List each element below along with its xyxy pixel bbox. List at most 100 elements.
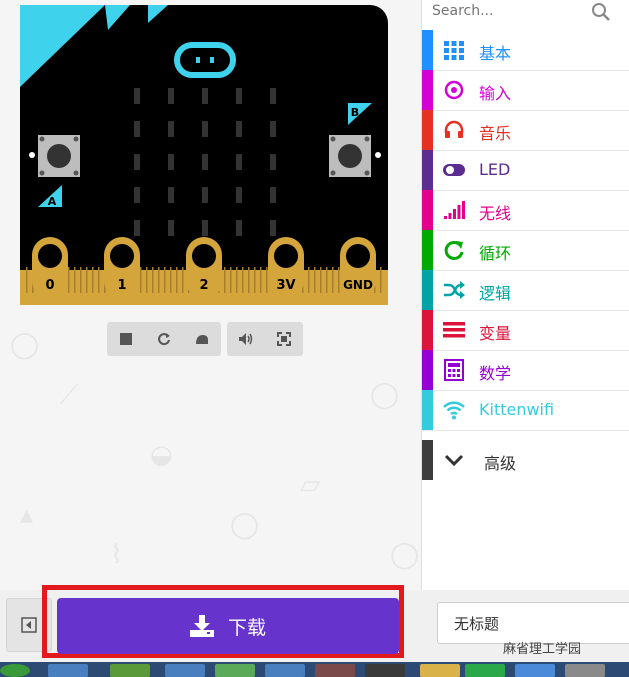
led — [236, 88, 242, 104]
list-icon — [443, 322, 465, 338]
fullscreen-icon[interactable] — [265, 322, 303, 356]
led — [236, 154, 242, 170]
slow-motion-icon[interactable] — [183, 322, 221, 356]
led — [168, 121, 174, 137]
led — [202, 121, 208, 137]
led — [168, 220, 174, 236]
category-label: 逻辑 — [479, 284, 512, 303]
background-doodle: ▴ — [20, 500, 34, 530]
category-led[interactable]: LED — [422, 150, 629, 191]
led — [168, 154, 174, 170]
led — [270, 187, 276, 203]
category-label: 基本 — [479, 44, 512, 63]
headphones-icon — [444, 120, 464, 138]
category-math[interactable]: 数学 — [422, 350, 629, 391]
led — [168, 88, 174, 104]
button-b[interactable] — [329, 135, 371, 177]
led — [134, 88, 140, 104]
pin-gnd[interactable]: GND — [340, 237, 376, 299]
led — [270, 220, 276, 236]
background-doodle: ◯ — [230, 510, 260, 540]
search-icon[interactable] — [590, 1, 612, 23]
taskbar-app-icon[interactable] — [48, 664, 88, 677]
taskbar-app-icon[interactable] — [165, 664, 205, 677]
blocks-toolbox: 基本 输入 音乐 LED 无线 循环 — [421, 0, 629, 590]
background-doodle: ◯ — [10, 330, 40, 360]
led — [134, 187, 140, 203]
stop-icon[interactable] — [107, 322, 145, 356]
led — [236, 187, 242, 203]
background-doodle: ◯ — [390, 540, 420, 570]
shuffle-icon — [444, 281, 465, 299]
mute-icon[interactable] — [227, 322, 265, 356]
pin-label: 1 — [117, 278, 126, 293]
category-input[interactable]: 输入 — [422, 70, 629, 111]
led — [270, 88, 276, 104]
category-loops[interactable]: 循环 — [422, 230, 629, 271]
pin-1[interactable]: 1 — [104, 237, 140, 299]
signal-bars-icon — [444, 201, 465, 219]
search-box — [422, 0, 629, 26]
taskbar-app-icon[interactable] — [565, 664, 605, 677]
led — [134, 121, 140, 137]
category-variables[interactable]: 变量 — [422, 310, 629, 351]
background-doodle: ⟋ — [60, 380, 79, 410]
category-label: 无线 — [479, 204, 512, 223]
taskbar-app-icon[interactable] — [420, 664, 460, 677]
taskbar-app-icon[interactable] — [515, 664, 555, 677]
taskbar-app-icon[interactable] — [315, 664, 355, 677]
restart-icon[interactable] — [145, 322, 183, 356]
taskbar-app-icon[interactable] — [365, 664, 405, 677]
loop-icon — [444, 240, 464, 260]
background-doodle: ⌇ — [110, 540, 123, 570]
button-a[interactable] — [38, 135, 80, 177]
category-music[interactable]: 音乐 — [422, 110, 629, 151]
start-icon[interactable] — [0, 664, 30, 677]
collapse-icon — [21, 617, 37, 633]
microbit-board: A B 0 1 2 3V GND — [20, 5, 388, 305]
led — [202, 220, 208, 236]
chevron-down-icon — [444, 454, 464, 467]
category-radio[interactable]: 无线 — [422, 190, 629, 231]
taskbar-app-icon[interactable] — [465, 664, 505, 677]
pin-2[interactable]: 2 — [186, 237, 222, 299]
category-label: Kittenwifi — [479, 400, 555, 419]
led — [270, 154, 276, 170]
taskbar-app-icon[interactable] — [265, 664, 305, 677]
pin-label: 2 — [199, 278, 208, 293]
background-doodle: ◯ — [370, 380, 400, 410]
led — [236, 220, 242, 236]
category-label: 变量 — [479, 324, 512, 343]
background-doodle: ▱ — [300, 470, 320, 500]
download-button[interactable]: 下载 — [57, 598, 399, 654]
led — [202, 154, 208, 170]
category-label: 循环 — [479, 244, 512, 263]
led — [202, 88, 208, 104]
category-logic[interactable]: 逻辑 — [422, 270, 629, 311]
watermark-text: 麻省理工学园 — [503, 642, 582, 657]
category-basic[interactable]: 基本 — [422, 30, 629, 71]
button-a-label: A — [48, 195, 57, 208]
download-label: 下载 — [227, 616, 266, 639]
pin-0[interactable]: 0 — [32, 237, 68, 299]
taskbar-app-icon[interactable] — [110, 664, 150, 677]
simulator-controls — [107, 322, 303, 356]
pin-label: 0 — [45, 278, 54, 293]
led — [270, 121, 276, 137]
led — [134, 220, 140, 236]
pin-label: 3V — [276, 278, 295, 293]
button-b-label: B — [351, 106, 359, 119]
category-kittenwifi[interactable]: Kittenwifi — [422, 390, 629, 431]
calculator-icon — [444, 359, 464, 381]
download-icon — [189, 615, 214, 637]
category-label: 数学 — [479, 364, 512, 383]
category-advanced[interactable]: 高级 — [422, 440, 629, 480]
project-name: 无标题 — [454, 615, 500, 633]
pin-3v[interactable]: 3V — [268, 237, 304, 299]
pin-label: GND — [343, 278, 373, 292]
grid-icon — [444, 41, 464, 60]
taskbar-app-icon[interactable] — [215, 664, 255, 677]
simulator-panel: ◯ ⟋ ◒ ▱ ◯ ▴ ◯ ◯ ⌇ ◯ A — [0, 0, 420, 590]
search-input[interactable] — [432, 1, 592, 21]
category-label: 音乐 — [479, 124, 512, 143]
